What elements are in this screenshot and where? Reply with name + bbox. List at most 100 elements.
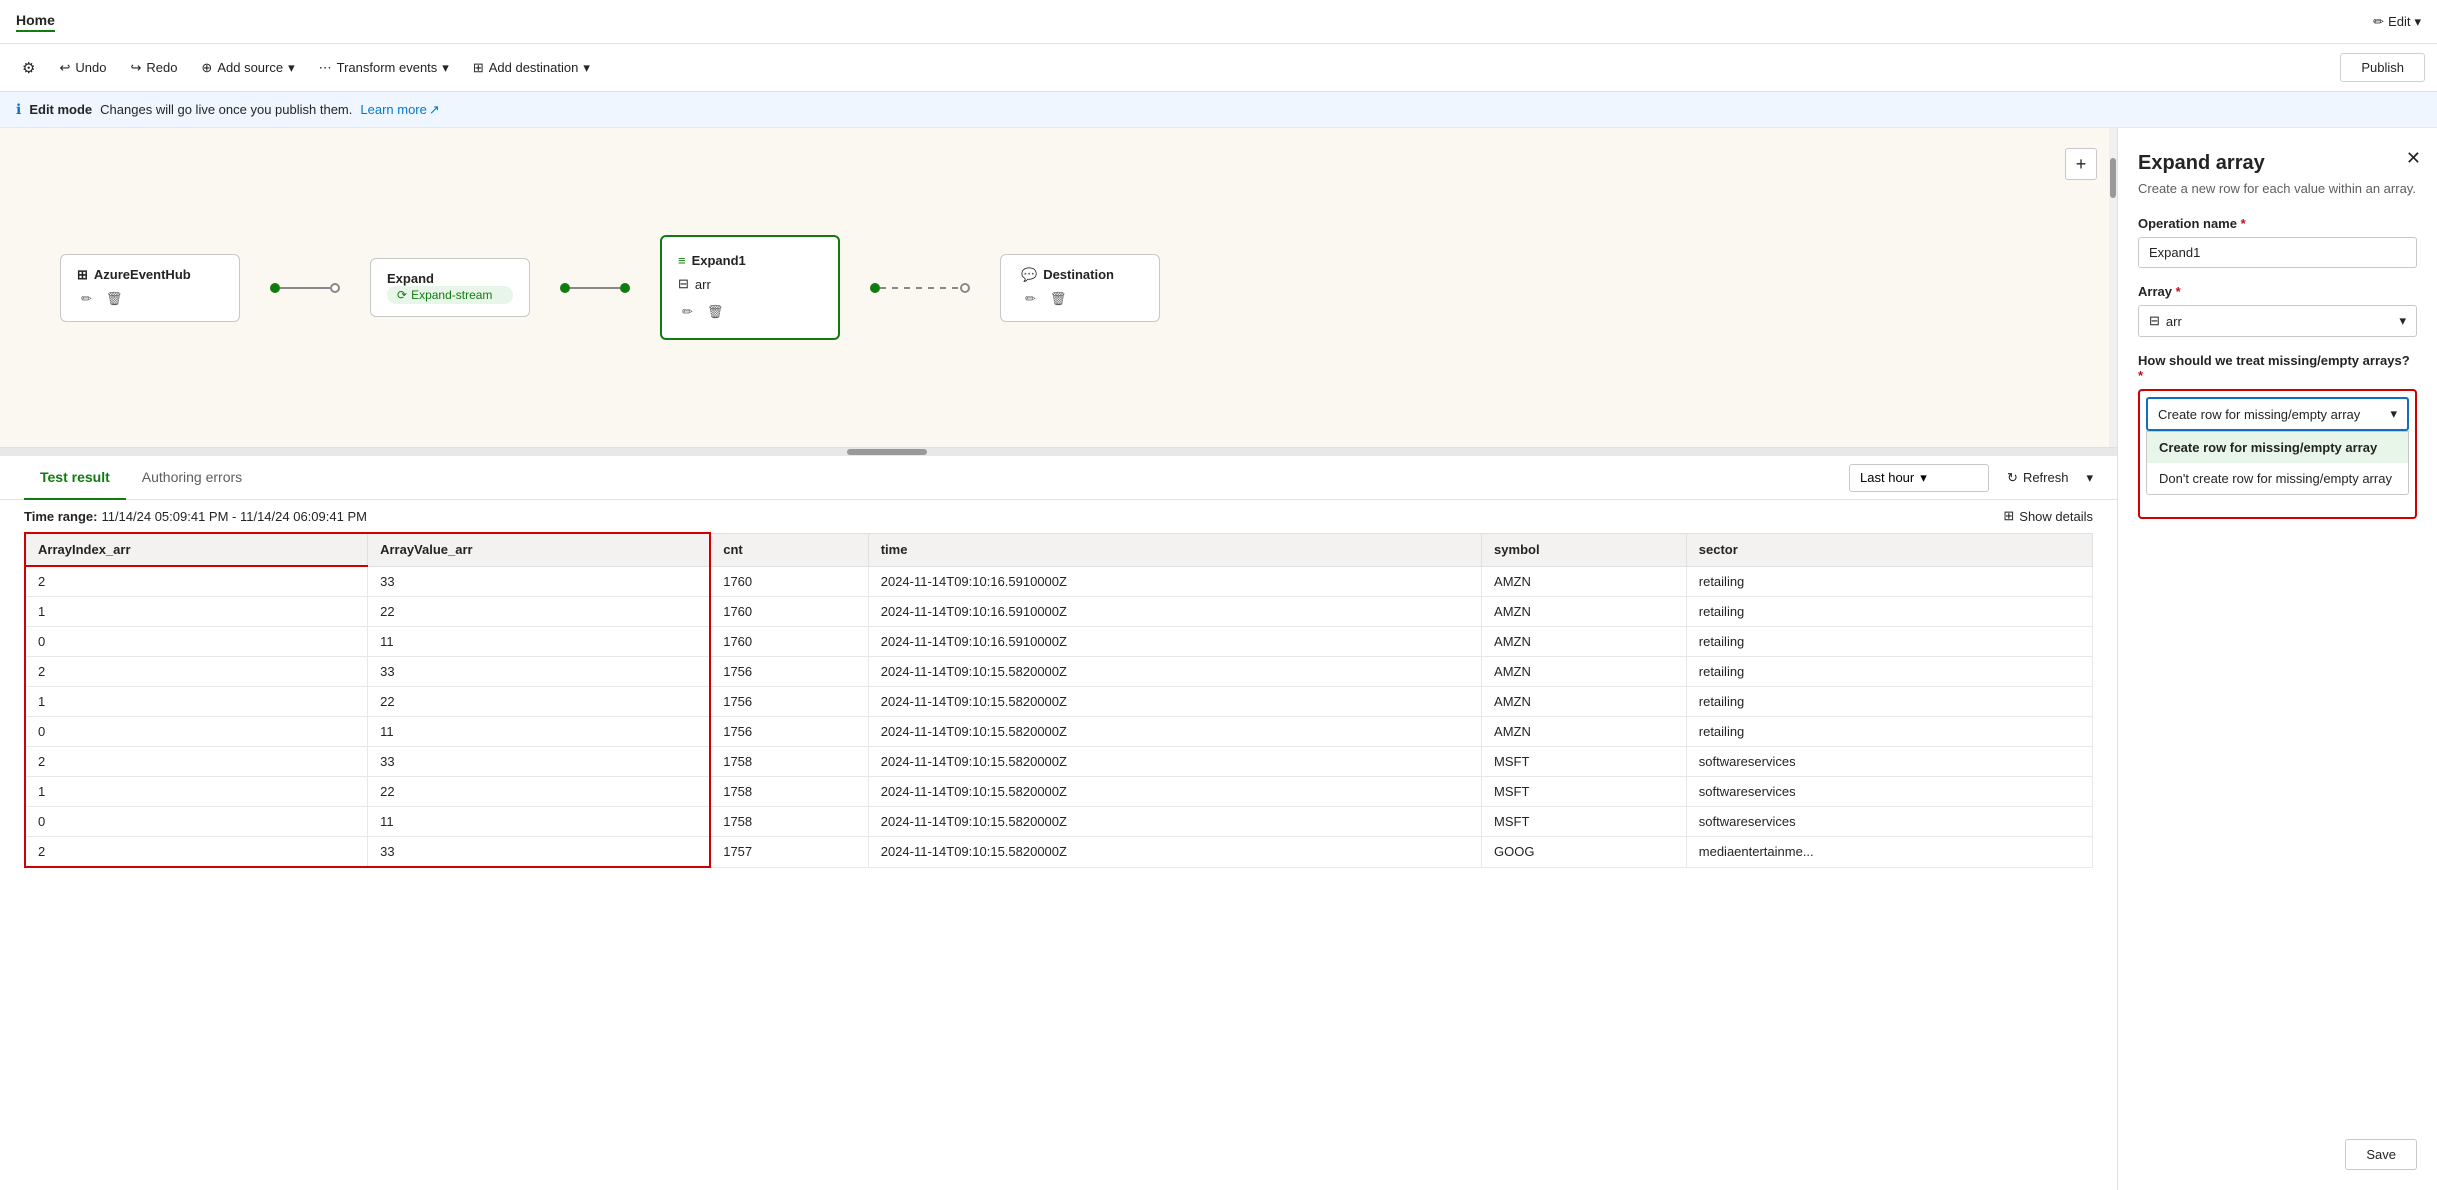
expand-stream-icon: ⟳ (397, 288, 407, 302)
show-details-icon: ⊞ (2003, 508, 2014, 524)
arrow-1 (280, 287, 330, 289)
table-cell: retailing (1686, 627, 2092, 657)
azure-node-title: ⊞ AzureEventHub (77, 267, 223, 283)
table-cell: 1 (25, 597, 368, 627)
table-cell: AMZN (1482, 687, 1687, 717)
tab-test-result[interactable]: Test result (24, 456, 126, 500)
th-arrayvalue: ArrayValue_arr (368, 533, 711, 566)
table-row: 01117602024-11-14T09:10:16.5910000ZAMZNr… (25, 627, 2093, 657)
connector-2 (560, 283, 630, 293)
plus-icon: + (2076, 154, 2087, 175)
redo-button[interactable]: ↪ Redo (120, 56, 187, 80)
operation-name-input[interactable] (2138, 237, 2417, 268)
destination-edit-button[interactable]: ✏ (1021, 289, 1040, 309)
table-cell: softwareservices (1686, 807, 2092, 837)
top-bar: Home ✏ Edit ▾ (0, 0, 2437, 44)
refresh-chevron-button[interactable]: ▾ (2086, 470, 2093, 486)
table-cell: 2024-11-14T09:10:15.5820000Z (868, 747, 1481, 777)
node-expand[interactable]: Expand ⟳ Expand-stream (370, 258, 530, 317)
panel-close-button[interactable]: ✕ (2406, 148, 2421, 169)
panel-title: Expand array (2138, 152, 2417, 175)
transform-events-button[interactable]: ⋯ Transform events ▾ (309, 56, 459, 80)
canvas-vertical-scrollbar[interactable] (2109, 128, 2117, 447)
table-cell: 11 (368, 627, 711, 657)
refresh-button[interactable]: ↻ Refresh (1997, 465, 2078, 491)
table-cell: 0 (25, 717, 368, 747)
connector-3 (870, 283, 970, 293)
table-cell: AMZN (1482, 597, 1687, 627)
missing-select[interactable]: Create row for missing/empty array ▾ (2146, 397, 2409, 431)
table-cell: 2 (25, 657, 368, 687)
table-cell: 33 (368, 566, 711, 597)
panel-subtitle: Create a new row for each value within a… (2138, 181, 2417, 196)
canvas-scrollbar-thumb-h (847, 449, 927, 455)
table-cell: 1760 (710, 627, 868, 657)
transform-icon: ⋯ (319, 60, 332, 76)
table-cell: 22 (368, 777, 711, 807)
expand1-delete-button[interactable]: 🗑 (703, 302, 728, 322)
table-row: 12217582024-11-14T09:10:15.5820000ZMSFTs… (25, 777, 2093, 807)
connector-dot-4 (620, 283, 630, 293)
expand-node-title: Expand (387, 271, 513, 286)
option-create-row[interactable]: Create row for missing/empty array (2147, 432, 2408, 463)
array-select[interactable]: ⊟ arr ▾ (2138, 305, 2417, 337)
destination-delete-button[interactable]: 🗑 (1046, 289, 1071, 309)
table-cell: 33 (368, 837, 711, 868)
table-cell: MSFT (1482, 747, 1687, 777)
canvas-horizontal-scrollbar[interactable] (0, 448, 2117, 456)
table-cell: 1756 (710, 687, 868, 717)
learn-more-link[interactable]: Learn more ↗ (360, 102, 439, 118)
table-cell: 1756 (710, 717, 868, 747)
expand1-node-title: ≡ Expand1 (678, 253, 822, 268)
publish-button[interactable]: Publish (2340, 53, 2425, 82)
settings-button[interactable]: ⚙ (12, 55, 45, 81)
connector-1 (270, 283, 340, 293)
flow-canvas: ⊞ AzureEventHub ✏ 🗑 (0, 128, 2117, 448)
table-cell: 11 (368, 807, 711, 837)
th-sector: sector (1686, 533, 2092, 566)
node-azure-event-hub[interactable]: ⊞ AzureEventHub ✏ 🗑 (60, 254, 240, 322)
add-node-button[interactable]: + (2065, 148, 2097, 180)
show-details-button[interactable]: ⊞ Show details (2003, 508, 2093, 524)
bottom-panel: Test result Authoring errors Last hour ▾… (0, 456, 2117, 1190)
table-cell: 2 (25, 566, 368, 597)
table-cell: 1 (25, 777, 368, 807)
azure-delete-button[interactable]: 🗑 (102, 289, 127, 309)
array-label: Array * (2138, 284, 2417, 299)
table-cell: retailing (1686, 687, 2092, 717)
time-select-chevron-icon: ▾ (1920, 470, 1927, 486)
undo-button[interactable]: ↩ Undo (49, 56, 116, 80)
add-source-button[interactable]: ⊕ Add source ▾ (191, 56, 304, 80)
save-button[interactable]: Save (2345, 1139, 2417, 1170)
edit-mode-label: Edit mode (29, 102, 92, 117)
time-range-select[interactable]: Last hour ▾ (1849, 464, 1989, 492)
azure-node-actions: ✏ 🗑 (77, 289, 223, 309)
azure-icon: ⊞ (77, 267, 88, 283)
edit-chevron-icon: ▾ (2414, 14, 2421, 30)
table-cell: 1760 (710, 597, 868, 627)
node-destination[interactable]: 💬 Destination ✏ 🗑 (1000, 254, 1160, 322)
destination-node-title: 💬 Destination (1021, 267, 1139, 283)
info-message: Changes will go live once you publish th… (100, 102, 352, 117)
option-dont-create-row[interactable]: Don't create row for missing/empty array (2147, 463, 2408, 494)
time-range-label: Time range: (24, 509, 97, 524)
required-star-1: * (2241, 216, 2246, 231)
expand1-edit-button[interactable]: ✏ (678, 302, 697, 322)
table-cell: retailing (1686, 566, 2092, 597)
edit-button[interactable]: ✏ Edit ▾ (2373, 14, 2421, 30)
tab-authoring-errors[interactable]: Authoring errors (126, 456, 258, 500)
azure-edit-button[interactable]: ✏ (77, 289, 96, 309)
th-cnt: cnt (710, 533, 868, 566)
expand1-node-actions: ✏ 🗑 (678, 302, 822, 322)
table-cell: 11 (368, 717, 711, 747)
transform-chevron-icon: ▾ (442, 60, 449, 76)
refresh-icon: ↻ (2007, 470, 2018, 486)
missing-dropdown-options: Create row for missing/empty array Don't… (2146, 431, 2409, 495)
missing-dropdown-container: Create row for missing/empty array ▾ Cre… (2138, 389, 2417, 519)
table-cell: 0 (25, 807, 368, 837)
table-cell: softwareservices (1686, 777, 2092, 807)
page-title: Home (16, 12, 55, 32)
info-bar: ℹ Edit mode Changes will go live once yo… (0, 92, 2437, 128)
node-expand1[interactable]: ≡ Expand1 ⊟ arr ✏ 🗑 (660, 235, 840, 340)
add-destination-button[interactable]: ⊞ Add destination ▾ (463, 56, 600, 80)
